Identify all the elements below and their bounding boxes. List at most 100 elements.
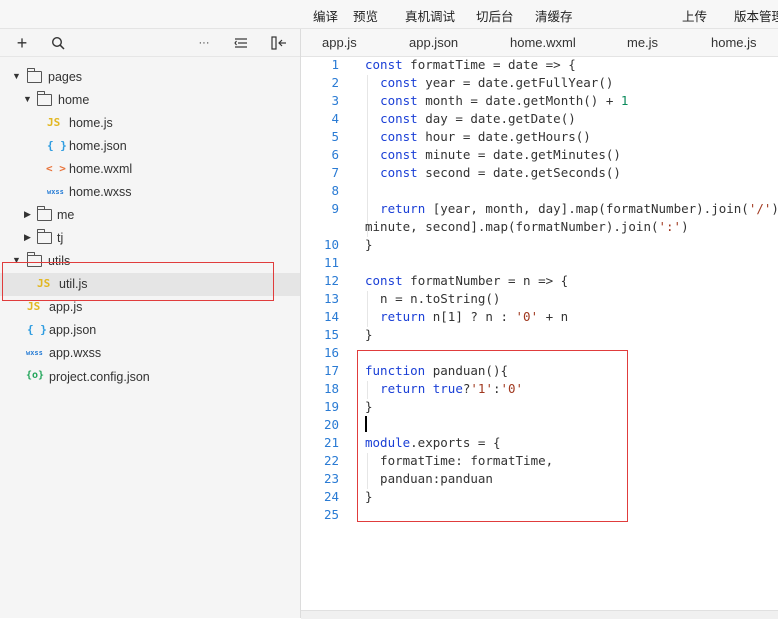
line-number: 25 <box>323 507 339 522</box>
tree-file-app-wxss[interactable]: wxss app.wxss <box>0 342 300 365</box>
tree-folder-tj[interactable]: ▶ tj <box>0 227 300 250</box>
version-management-button[interactable]: 版本管理 <box>734 6 778 25</box>
collapse-all-icon[interactable] <box>232 34 250 52</box>
real-device-debug-button[interactable]: 真机调试 <box>405 6 455 25</box>
tree-label: home.json <box>69 139 127 153</box>
folder-open-icon <box>37 91 52 106</box>
code-line: const minute = date.getMinutes() <box>380 147 621 162</box>
tree-label: app.json <box>49 323 97 337</box>
tree-file-project-config[interactable]: {o} project.config.json <box>0 366 300 389</box>
line-number: 23 <box>323 471 339 486</box>
line-number: 8 <box>331 183 339 198</box>
line-number: 10 <box>323 237 339 252</box>
line-number: 12 <box>323 273 339 288</box>
line-number: 21 <box>323 435 339 450</box>
search-icon[interactable] <box>49 34 67 52</box>
json-file-icon: { } <box>47 139 67 152</box>
chevron-right-icon: ▶ <box>24 232 31 242</box>
code-line: n = n.toString() <box>365 291 501 306</box>
line-number: 14 <box>323 309 339 324</box>
code-line: } <box>365 327 373 342</box>
add-file-icon[interactable]: + <box>13 33 31 53</box>
editor-tabs: app.js app.json home.wxml me.js home.js <box>301 29 778 57</box>
highlight-box-util-js <box>2 262 274 301</box>
chevron-down-icon: ▼ <box>23 94 32 104</box>
line-number: 7 <box>331 165 339 180</box>
chevron-down-icon: ▼ <box>12 71 21 81</box>
top-menubar: 编译 预览 真机调试 切后台 清缓存 上传 版本管理 <box>0 0 778 29</box>
wxml-file-icon: < > <box>46 162 66 175</box>
line-number: 17 <box>323 363 339 378</box>
json-file-icon: { } <box>27 323 47 336</box>
upload-button[interactable]: 上传 <box>682 6 707 25</box>
file-explorer-sidebar: + ··· ▼ pages ▼ home JS home.js {} home… <box>0 29 301 618</box>
tree-file-home-wxss[interactable]: wxss home.wxss <box>0 181 300 204</box>
code-line: return [year, month, day].map(formatNumb… <box>380 201 778 216</box>
tree-label: project.config.json <box>49 370 150 384</box>
tree-file-app-json[interactable]: { } app.json <box>0 319 300 342</box>
code-line: const month = date.getMonth() + 1 <box>380 93 629 108</box>
folder-icon <box>37 206 52 221</box>
js-file-icon: JS <box>27 300 41 313</box>
code-line: minute, second].map(formatNumber).join('… <box>365 219 689 234</box>
code-line: const formatNumber = n => { <box>365 273 569 288</box>
wxss-file-icon: wxss <box>26 349 43 357</box>
code-editor[interactable]: 1 const formatTime = date => { 2 const yea… <box>301 57 778 610</box>
code-line: const year = date.getFullYear() <box>380 75 614 90</box>
toggle-sidebar-icon[interactable] <box>270 34 288 52</box>
config-file-icon: {o} <box>26 370 45 381</box>
code-line: const second = date.getSeconds() <box>380 165 621 180</box>
tree-folder-home[interactable]: ▼ home <box>0 89 300 112</box>
code-line: } <box>365 237 373 252</box>
line-number: 9 <box>331 201 339 216</box>
folder-icon <box>37 229 52 244</box>
tree-label: tj <box>57 231 64 245</box>
tree-label: home <box>58 93 90 107</box>
tree-label: home.js <box>69 116 113 130</box>
line-number: 1 <box>331 57 339 72</box>
tab-home-js[interactable]: home.js <box>711 35 757 50</box>
wxss-file-icon: wxss <box>47 188 64 196</box>
chevron-right-icon: ▶ <box>24 209 31 219</box>
line-number: 22 <box>323 453 339 468</box>
tree-file-home-json[interactable]: { } home.json <box>0 135 300 158</box>
tree-label: app.wxss <box>49 346 102 360</box>
sidebar-toolbar: + ··· <box>0 29 300 57</box>
tab-home-wxml[interactable]: home.wxml <box>510 35 576 50</box>
code-line: const hour = date.getHours() <box>380 129 591 144</box>
preview-button[interactable]: 预览 <box>353 6 378 25</box>
tab-app-json[interactable]: app.json <box>409 35 458 50</box>
tab-app-js[interactable]: app.js <box>322 35 357 50</box>
code-line: return n[1] ? n : '0' + n <box>380 309 569 324</box>
background-button[interactable]: 切后台 <box>476 6 514 25</box>
folder-open-icon <box>27 68 42 83</box>
line-number: 5 <box>331 129 339 144</box>
tree-file-home-wxml[interactable]: < > home.wxml <box>0 158 300 181</box>
tree-label: pages <box>48 70 83 84</box>
line-number: 24 <box>323 489 339 504</box>
code-line: const formatTime = date => { <box>365 57 576 72</box>
js-file-icon: JS <box>47 116 61 129</box>
line-number: 2 <box>331 75 339 90</box>
highlight-box-code <box>357 350 628 522</box>
compile-button[interactable]: 编译 <box>313 6 338 25</box>
tree-folder-pages[interactable]: ▼ pages <box>0 66 300 89</box>
line-number: 20 <box>323 417 339 432</box>
line-number: 15 <box>323 327 339 342</box>
tree-folder-me[interactable]: ▶ me <box>0 204 300 227</box>
line-number: 6 <box>331 147 339 162</box>
tree-label: me <box>57 208 75 222</box>
clear-cache-button[interactable]: 清缓存 <box>535 6 573 25</box>
tree-label: app.js <box>49 300 83 314</box>
line-number: 11 <box>323 255 339 270</box>
more-icon[interactable]: ··· <box>195 34 213 52</box>
line-number: 16 <box>323 345 339 360</box>
tree-label: home.wxss <box>69 185 132 199</box>
code-line: const day = date.getDate() <box>380 111 576 126</box>
tab-me-js[interactable]: me.js <box>627 35 658 50</box>
line-number: 3 <box>331 93 339 108</box>
line-number: 18 <box>323 381 339 396</box>
tree-file-home-js[interactable]: JS home.js <box>0 112 300 135</box>
line-number: 13 <box>323 291 339 306</box>
line-number: 19 <box>323 399 339 414</box>
